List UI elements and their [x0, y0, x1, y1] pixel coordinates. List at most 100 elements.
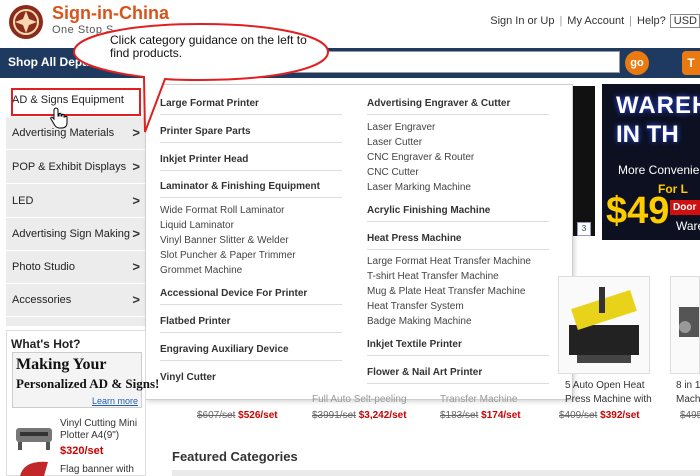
product-image[interactable]: [558, 276, 650, 374]
menu-engraving-auxiliary[interactable]: Engraving Auxiliary Device: [160, 344, 289, 355]
chevron-right-icon: >: [132, 159, 140, 174]
menu-vinyl-cutter[interactable]: Vinyl Cutter: [160, 372, 216, 383]
chevron-right-icon: >: [132, 259, 140, 274]
product-image[interactable]: [670, 276, 700, 374]
banner-text: Ware: [676, 219, 700, 233]
menu-sub-item[interactable]: Liquid Laminator: [160, 220, 234, 231]
machine-image: [679, 307, 699, 337]
menu-sub-item[interactable]: Laser Cutter: [367, 137, 422, 148]
chevron-right-icon: >: [132, 226, 140, 241]
old-price: $3991/set: [312, 410, 356, 421]
category-label: POP & Exhibit Displays: [12, 161, 127, 173]
flag-banner-image[interactable]: [14, 458, 54, 476]
featured-categories-title: Featured Categories: [172, 449, 298, 464]
divider: [367, 114, 549, 115]
divider: [367, 383, 549, 384]
logo-icon[interactable]: [8, 4, 44, 40]
product-price: $3991/set $3,242/set: [312, 410, 407, 421]
divider: [367, 355, 549, 356]
category-label: LED: [12, 195, 34, 207]
banner-badge: Door: [670, 200, 700, 215]
menu-sub-item[interactable]: Mug & Plate Heat Transfer Machine: [367, 286, 525, 297]
new-price: $392/set: [600, 410, 640, 421]
menu-sub-item[interactable]: CNC Engraver & Router: [367, 152, 474, 163]
menu-sub-item[interactable]: Laser Marking Machine: [367, 182, 471, 193]
product-title[interactable]: 8 in 1: [676, 379, 700, 393]
product-title[interactable]: Transfer Machine: [440, 393, 517, 407]
menu-sub-item[interactable]: CNC Cutter: [367, 167, 419, 178]
category-label: Photo Studio: [12, 261, 75, 273]
banner-price: $49: [606, 190, 670, 232]
hot-banner-subline: Personalized AD & Signs!: [16, 376, 160, 391]
divider: [160, 142, 342, 143]
category-accessories[interactable]: Accessories >: [6, 284, 146, 317]
divider: [160, 304, 342, 305]
category-pop-exhibit-displays[interactable]: POP & Exhibit Displays >: [6, 151, 146, 184]
new-price: $174/set: [481, 410, 521, 421]
help-link[interactable]: Help?: [637, 15, 666, 27]
menu-heat-press-machine[interactable]: Heat Press Machine: [367, 233, 462, 244]
product-price: $495: [680, 410, 700, 421]
menu-inkjet-printer-head[interactable]: Inkjet Printer Head: [160, 154, 248, 165]
divider: [160, 360, 342, 361]
old-price: $495: [680, 410, 700, 421]
hot-banner-headline: Making Your: [16, 356, 107, 373]
menu-sub-item[interactable]: Grommet Machine: [160, 265, 242, 276]
menu-sub-item[interactable]: Heat Transfer System: [367, 301, 464, 312]
banner-headline: WAREH: [616, 92, 700, 119]
whats-hot-title: What's Hot?: [11, 337, 81, 351]
menu-inkjet-textile[interactable]: Inkjet Textile Printer: [367, 339, 462, 350]
product-title[interactable]: Full Auto Selt-peeling: [312, 393, 407, 407]
new-price: $3,242/set: [358, 410, 407, 421]
menu-laminator-finishing[interactable]: Laminator & Finishing Equipment: [160, 181, 320, 192]
chevron-right-icon: >: [132, 193, 140, 208]
category-advertising-sign-making[interactable]: Advertising Sign Making >: [6, 218, 146, 251]
promo-banner-strip[interactable]: [573, 86, 595, 236]
old-price: $409/set: [559, 410, 598, 421]
hot-item-name[interactable]: Vinyl Cutting Mini Plotter A4(9"): [60, 418, 144, 442]
learn-more-link[interactable]: Learn more: [92, 396, 138, 406]
old-price: $183/set: [440, 410, 479, 421]
product-title[interactable]: Machi: [676, 393, 700, 407]
category-label: Accessories: [12, 294, 72, 306]
go-button[interactable]: go: [625, 51, 649, 75]
category-label: Advertising Sign Making: [12, 228, 131, 240]
separator: |: [559, 15, 563, 27]
divider: [160, 332, 342, 333]
new-price: $526/set: [238, 410, 278, 421]
menu-flatbed-printer[interactable]: Flatbed Printer: [160, 316, 231, 327]
my-account-link[interactable]: My Account: [567, 15, 624, 27]
menu-sub-item[interactable]: Large Format Heat Transfer Machine: [367, 256, 531, 267]
menu-accessional-device[interactable]: Accessional Device For Printer: [160, 288, 307, 299]
category-photo-studio[interactable]: Photo Studio >: [6, 251, 146, 284]
top-links: Sign In or Up | My Account | Help? USD: [490, 14, 700, 28]
menu-sub-item[interactable]: Slot Puncher & Paper Trimmer: [160, 250, 296, 261]
menu-sub-item[interactable]: Vinyl Banner Slitter & Welder: [160, 235, 289, 246]
product-title[interactable]: Press Machine with: [565, 393, 652, 407]
menu-sub-item[interactable]: Laser Engraver: [367, 122, 435, 133]
divider: [160, 170, 342, 171]
hot-item-name[interactable]: Flag banner with: [60, 464, 134, 475]
menu-sub-item[interactable]: Badge Making Machine: [367, 316, 472, 327]
plotter-image[interactable]: [14, 414, 54, 454]
nav-right-button[interactable]: T: [682, 51, 700, 75]
slide-indicator[interactable]: 3: [577, 222, 591, 236]
currency-select[interactable]: USD: [669, 14, 700, 28]
product-price: $183/set $174/set: [440, 410, 521, 421]
category-led[interactable]: LED >: [6, 185, 146, 218]
chevron-right-icon: >: [132, 292, 140, 307]
featured-divider: [172, 470, 700, 476]
menu-flower-nail-art[interactable]: Flower & Nail Art Printer: [367, 367, 482, 378]
divider: [160, 197, 342, 198]
hot-item-price: $320/set: [60, 445, 104, 457]
callout-text: Click category guidance on the left to f…: [110, 33, 307, 60]
menu-sub-item[interactable]: T-shirt Heat Transfer Machine: [367, 271, 499, 282]
hand-cursor-icon: [50, 107, 68, 129]
sign-in-link[interactable]: Sign In or Up: [490, 15, 554, 27]
menu-sub-item[interactable]: Wide Format Roll Laminator: [160, 205, 284, 216]
product-price: $409/set $392/set: [559, 410, 640, 421]
menu-advertising-engraver[interactable]: Advertising Engraver & Cutter: [367, 98, 510, 109]
product-title[interactable]: 5 Auto Open Heat: [565, 379, 645, 393]
separator: |: [629, 15, 633, 27]
menu-acrylic-finishing[interactable]: Acrylic Finishing Machine: [367, 205, 490, 216]
